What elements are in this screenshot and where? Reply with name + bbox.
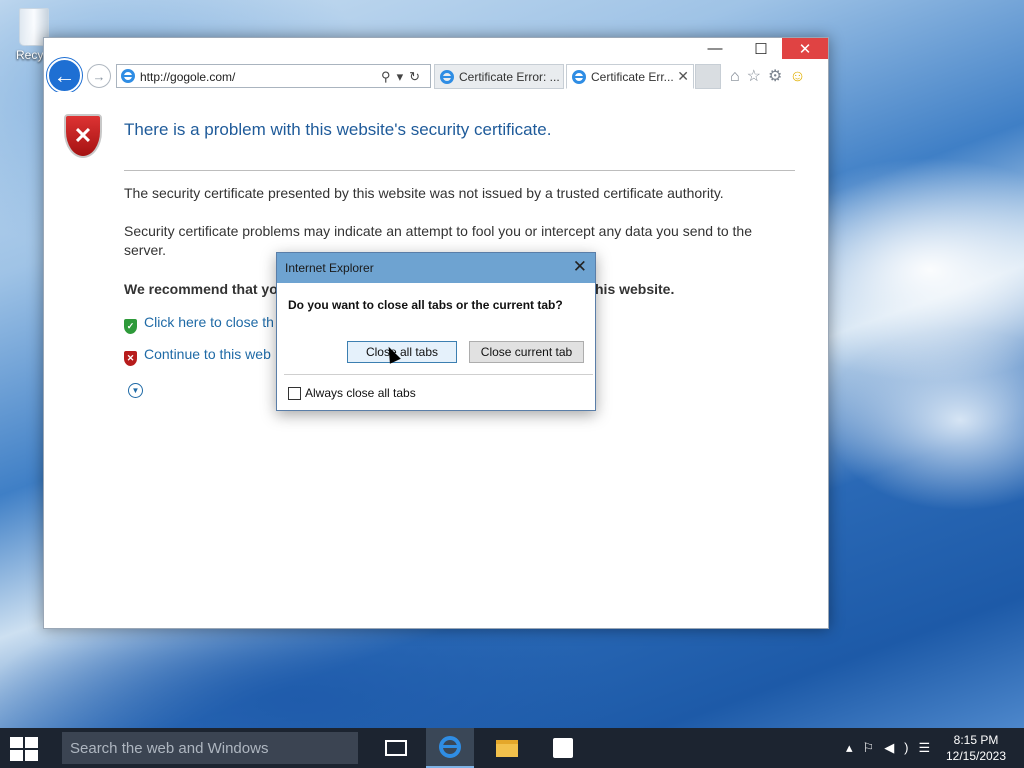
settings-gear-icon[interactable]: ⚙ bbox=[768, 68, 789, 85]
close-webpage-link-label: Click here to close th bbox=[144, 314, 274, 330]
taskbar-search-box[interactable]: Search the web and Windows bbox=[62, 732, 358, 764]
page-title: There is a problem with this website's s… bbox=[124, 120, 552, 139]
recommendation-text-start: We recommend that yo bbox=[124, 281, 278, 297]
feedback-smiley-icon[interactable]: ☺ bbox=[789, 68, 812, 85]
taskbar-internet-explorer[interactable] bbox=[426, 728, 474, 768]
title-bar: — ☐ ✕ bbox=[44, 38, 828, 60]
tab-ie-icon bbox=[572, 70, 586, 84]
volume-icon[interactable]: ◀) bbox=[884, 740, 918, 755]
more-information-chevron-icon[interactable]: ▼ bbox=[128, 383, 143, 398]
back-arrow-icon: ← bbox=[53, 62, 76, 88]
windows-logo-pane bbox=[25, 750, 38, 761]
minimize-button[interactable]: — bbox=[692, 38, 738, 59]
task-view-button[interactable] bbox=[372, 728, 420, 768]
forward-arrow-icon: → bbox=[92, 68, 106, 84]
address-bar[interactable]: http://gogole.com/ ⚲▾↻ bbox=[116, 64, 431, 88]
navigation-bar: ← → http://gogole.com/ ⚲▾↻ Certificate E… bbox=[44, 58, 828, 93]
close-all-tabs-button[interactable]: Close all tabs bbox=[347, 341, 457, 363]
close-current-tab-button[interactable]: Close current tab bbox=[469, 341, 584, 363]
close-tabs-dialog: Internet Explorer ✕ Do you want to close… bbox=[276, 252, 596, 411]
dialog-divider bbox=[284, 374, 593, 375]
tab-ie-icon bbox=[440, 70, 454, 84]
system-tray[interactable]: ▴⚐◀)☰ bbox=[846, 740, 940, 756]
new-tab-button[interactable] bbox=[695, 64, 721, 89]
folder-icon bbox=[496, 739, 518, 757]
tab-label: Certificate Error: ... bbox=[459, 70, 560, 84]
taskbar-clock[interactable]: 8:15 PM 12/15/2023 bbox=[944, 732, 1008, 764]
site-ie-icon bbox=[121, 69, 135, 83]
store-icon bbox=[553, 738, 573, 758]
continue-website-link[interactable]: ✕ Continue to this web bbox=[124, 346, 271, 366]
close-window-button[interactable]: ✕ bbox=[782, 38, 828, 59]
tab-close-icon[interactable]: ✕ bbox=[677, 68, 689, 85]
windows-logo-pane bbox=[25, 737, 38, 748]
taskbar: Search the web and Windows ▴⚐◀)☰ 8:15 PM… bbox=[0, 728, 1024, 768]
task-view-icon bbox=[385, 740, 407, 756]
always-close-all-tabs-checkbox[interactable]: Always close all tabs bbox=[288, 386, 416, 400]
dialog-question: Do you want to close all tabs or the cur… bbox=[288, 298, 563, 312]
back-button[interactable]: ← bbox=[47, 58, 82, 93]
clock-time: 8:15 PM bbox=[953, 733, 999, 747]
maximize-button[interactable]: ☐ bbox=[738, 38, 784, 59]
start-button[interactable] bbox=[10, 737, 38, 761]
home-icon[interactable]: ⌂ bbox=[730, 68, 747, 85]
error-shield-icon: ✕ bbox=[64, 114, 102, 158]
red-shield-icon: ✕ bbox=[124, 351, 137, 366]
recommendation-text-end: his website. bbox=[595, 281, 675, 297]
forward-button[interactable]: → bbox=[87, 64, 111, 88]
notifications-icon[interactable]: ☰ bbox=[919, 740, 941, 755]
tab-label: Certificate Err... bbox=[591, 70, 674, 84]
checkbox-label: Always close all tabs bbox=[305, 386, 416, 400]
chevron-up-icon[interactable]: ▴ bbox=[846, 740, 863, 755]
toolbar-icons: ⌂☆⚙☺ bbox=[730, 66, 813, 86]
continue-link-label: Continue to this web bbox=[144, 346, 271, 362]
taskbar-file-explorer[interactable] bbox=[483, 728, 531, 768]
network-icon[interactable]: ⚐ bbox=[863, 740, 885, 755]
clock-date: 12/15/2023 bbox=[945, 749, 1007, 763]
close-webpage-link[interactable]: ✓ Click here to close th bbox=[124, 314, 274, 334]
windows-logo-pane bbox=[10, 750, 23, 761]
divider bbox=[124, 170, 795, 171]
dialog-title-bar: Internet Explorer ✕ bbox=[277, 253, 595, 283]
dialog-close-icon[interactable]: ✕ bbox=[573, 257, 587, 277]
green-shield-icon: ✓ bbox=[124, 319, 137, 334]
tab-certificate-error-2[interactable]: Certificate Err... ✕ bbox=[566, 64, 694, 89]
favorites-star-icon[interactable]: ☆ bbox=[747, 68, 768, 85]
checkbox-box[interactable] bbox=[288, 386, 301, 400]
windows-logo-pane bbox=[10, 737, 23, 748]
tab-certificate-error-1[interactable]: Certificate Error: ... bbox=[434, 64, 564, 89]
info-paragraph-1: The security certificate presented by th… bbox=[124, 185, 724, 201]
desktop-background: Recycl — ☐ ✕ ← → http://gogole.com/ ⚲▾↻ … bbox=[0, 0, 1024, 728]
address-tools-icons[interactable]: ⚲▾↻ bbox=[381, 69, 426, 85]
ie-icon bbox=[439, 736, 461, 758]
address-url[interactable]: http://gogole.com/ bbox=[140, 70, 235, 84]
dialog-title: Internet Explorer bbox=[285, 261, 374, 275]
taskbar-store[interactable] bbox=[539, 728, 587, 768]
